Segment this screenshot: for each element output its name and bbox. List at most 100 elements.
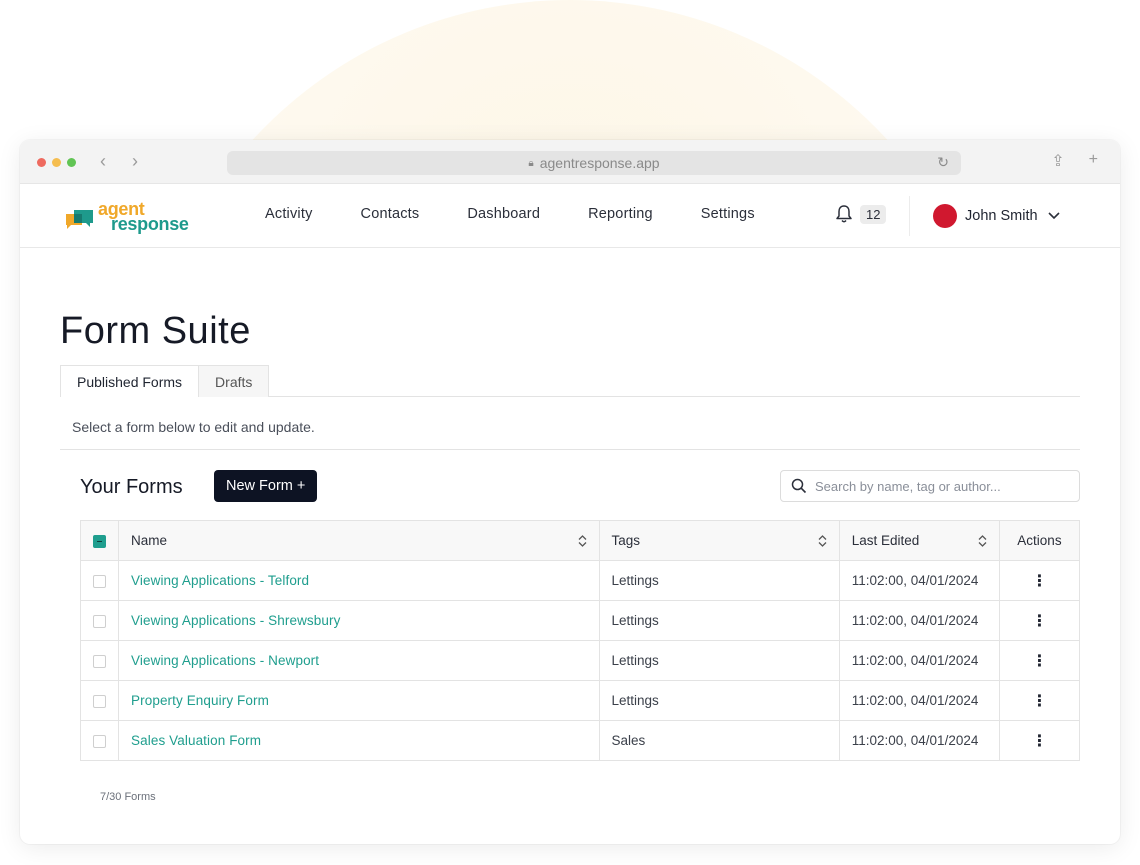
column-label-tags: Tags: [611, 533, 641, 548]
form-name-link[interactable]: Viewing Applications - Shrewsbury: [131, 613, 340, 628]
select-all-checkbox[interactable]: [93, 534, 107, 548]
minimize-window-button[interactable]: [52, 158, 61, 167]
column-header-name[interactable]: Name: [118, 520, 600, 561]
notifications-button[interactable]: 12: [835, 204, 887, 224]
nav-settings[interactable]: Settings: [701, 206, 755, 222]
sort-icon[interactable]: [578, 534, 587, 547]
more-vertical-icon[interactable]: ⋮: [1031, 733, 1047, 750]
main-content: Form Suite Published Forms Drafts Select…: [60, 248, 1080, 803]
form-name-cell: Property Enquiry Form: [118, 680, 600, 721]
form-tag: Sales: [599, 720, 840, 761]
nav-contacts[interactable]: Contacts: [361, 206, 420, 222]
more-vertical-icon[interactable]: ⋮: [1031, 653, 1047, 670]
form-tag: Lettings: [599, 680, 840, 721]
form-name-link[interactable]: Property Enquiry Form: [131, 693, 269, 708]
bell-icon: [836, 205, 852, 223]
table-row[interactable]: Viewing Applications - Newport Lettings …: [80, 640, 1080, 681]
browser-actions: ⇪ +: [1051, 151, 1098, 171]
new-form-button[interactable]: New Form +: [214, 470, 318, 502]
select-all-cell: [80, 520, 120, 561]
form-name-link[interactable]: Viewing Applications - Telford: [131, 573, 309, 588]
url-text: agentresponse.app: [539, 155, 660, 171]
form-name-cell: Viewing Applications - Newport: [118, 640, 600, 681]
search-input[interactable]: [815, 478, 1065, 494]
nav-dashboard[interactable]: Dashboard: [467, 206, 540, 222]
column-header-tags[interactable]: Tags: [599, 520, 840, 561]
maximize-window-button[interactable]: [67, 158, 76, 167]
forms-count: 7/30 Forms: [100, 791, 156, 803]
row-actions-cell: ⋮: [999, 680, 1080, 721]
more-vertical-icon[interactable]: ⋮: [1031, 693, 1047, 710]
form-tabs: Published Forms Drafts: [60, 365, 1080, 397]
nav-reporting[interactable]: Reporting: [588, 206, 653, 222]
more-vertical-icon[interactable]: ⋮: [1031, 613, 1047, 630]
form-last-edited: 11:02:00, 04/01/2024: [839, 720, 1000, 761]
row-actions-cell: ⋮: [999, 600, 1080, 641]
forms-heading: Your Forms: [80, 476, 183, 498]
row-checkbox[interactable]: [93, 614, 107, 628]
form-last-edited: 11:02:00, 04/01/2024: [839, 600, 1000, 641]
nav-activity[interactable]: Activity: [265, 206, 313, 222]
table-row[interactable]: Property Enquiry Form Lettings 11:02:00,…: [80, 680, 1080, 721]
browser-chrome: ‹ › 🔒︎ agentresponse.app ↻ ⇪ +: [20, 140, 1120, 184]
form-tag: Lettings: [599, 640, 840, 681]
form-tag: Lettings: [599, 600, 840, 641]
form-name-cell: Viewing Applications - Shrewsbury: [118, 600, 600, 641]
window-controls: [37, 158, 76, 167]
row-select-cell: [80, 600, 120, 641]
column-label-name: Name: [131, 533, 168, 548]
form-tag: Lettings: [599, 560, 840, 601]
form-name-cell: Viewing Applications - Telford: [118, 560, 600, 601]
reload-icon[interactable]: ↻: [937, 154, 949, 171]
search-box: [780, 470, 1080, 502]
close-window-button[interactable]: [37, 158, 46, 167]
agent-response-logo[interactable]: agent response: [65, 200, 189, 234]
row-select-cell: [80, 560, 120, 601]
tab-drafts[interactable]: Drafts: [199, 365, 270, 397]
back-arrow-icon[interactable]: ‹: [96, 151, 110, 171]
new-tab-icon[interactable]: +: [1089, 151, 1098, 171]
row-checkbox[interactable]: [93, 734, 107, 748]
row-checkbox[interactable]: [93, 694, 107, 708]
logo-wordmark: agent response: [98, 200, 189, 234]
form-name-link[interactable]: Viewing Applications - Newport: [131, 653, 319, 668]
more-vertical-icon[interactable]: ⋮: [1031, 573, 1047, 590]
sort-icon[interactable]: [978, 534, 987, 547]
form-last-edited: 11:02:00, 04/01/2024: [839, 560, 1000, 601]
forms-table: Name Tags Last Edited Actions Viewing Ap…: [80, 520, 1080, 761]
row-select-cell: [80, 720, 120, 761]
logo-word-response: response: [111, 214, 189, 234]
table-row[interactable]: Viewing Applications - Shrewsbury Lettin…: [80, 600, 1080, 641]
row-select-cell: [80, 640, 120, 681]
header-divider: [909, 196, 910, 236]
user-name: John Smith: [965, 208, 1038, 224]
form-last-edited: 11:02:00, 04/01/2024: [839, 640, 1000, 681]
chat-bubbles-icon: [66, 210, 93, 229]
history-navigation: ‹ ›: [96, 151, 142, 171]
table-row[interactable]: Sales Valuation Form Sales 11:02:00, 04/…: [80, 720, 1080, 761]
forms-toolbar: Your Forms New Form +: [60, 450, 1080, 520]
tab-published-forms[interactable]: Published Forms: [60, 365, 200, 397]
table-header-row: Name Tags Last Edited Actions: [80, 520, 1080, 561]
user-menu[interactable]: John Smith: [933, 204, 1060, 228]
table-row[interactable]: Viewing Applications - Telford Lettings …: [80, 560, 1080, 601]
row-actions-cell: ⋮: [999, 560, 1080, 601]
column-header-last-edited[interactable]: Last Edited: [839, 520, 1000, 561]
page-title: Form Suite: [60, 310, 251, 352]
sort-icon[interactable]: [818, 534, 827, 547]
address-bar[interactable]: 🔒︎ agentresponse.app ↻: [227, 151, 961, 175]
user-avatar: [933, 204, 957, 228]
browser-window: ‹ › 🔒︎ agentresponse.app ↻ ⇪ + agent res…: [20, 140, 1120, 844]
column-label-last-edited: Last Edited: [851, 533, 920, 548]
row-checkbox[interactable]: [93, 654, 107, 668]
forward-arrow-icon[interactable]: ›: [128, 151, 142, 171]
helper-text: Select a form below to edit and update.: [60, 397, 1080, 450]
form-last-edited: 11:02:00, 04/01/2024: [839, 680, 1000, 721]
row-checkbox[interactable]: [93, 574, 107, 588]
share-icon[interactable]: ⇪: [1051, 151, 1064, 171]
form-name-link[interactable]: Sales Valuation Form: [131, 733, 261, 748]
lock-icon: 🔒︎: [528, 157, 534, 169]
main-navigation: Activity Contacts Dashboard Reporting Se…: [265, 206, 803, 222]
search-icon: [791, 478, 807, 494]
row-actions-cell: ⋮: [999, 640, 1080, 681]
